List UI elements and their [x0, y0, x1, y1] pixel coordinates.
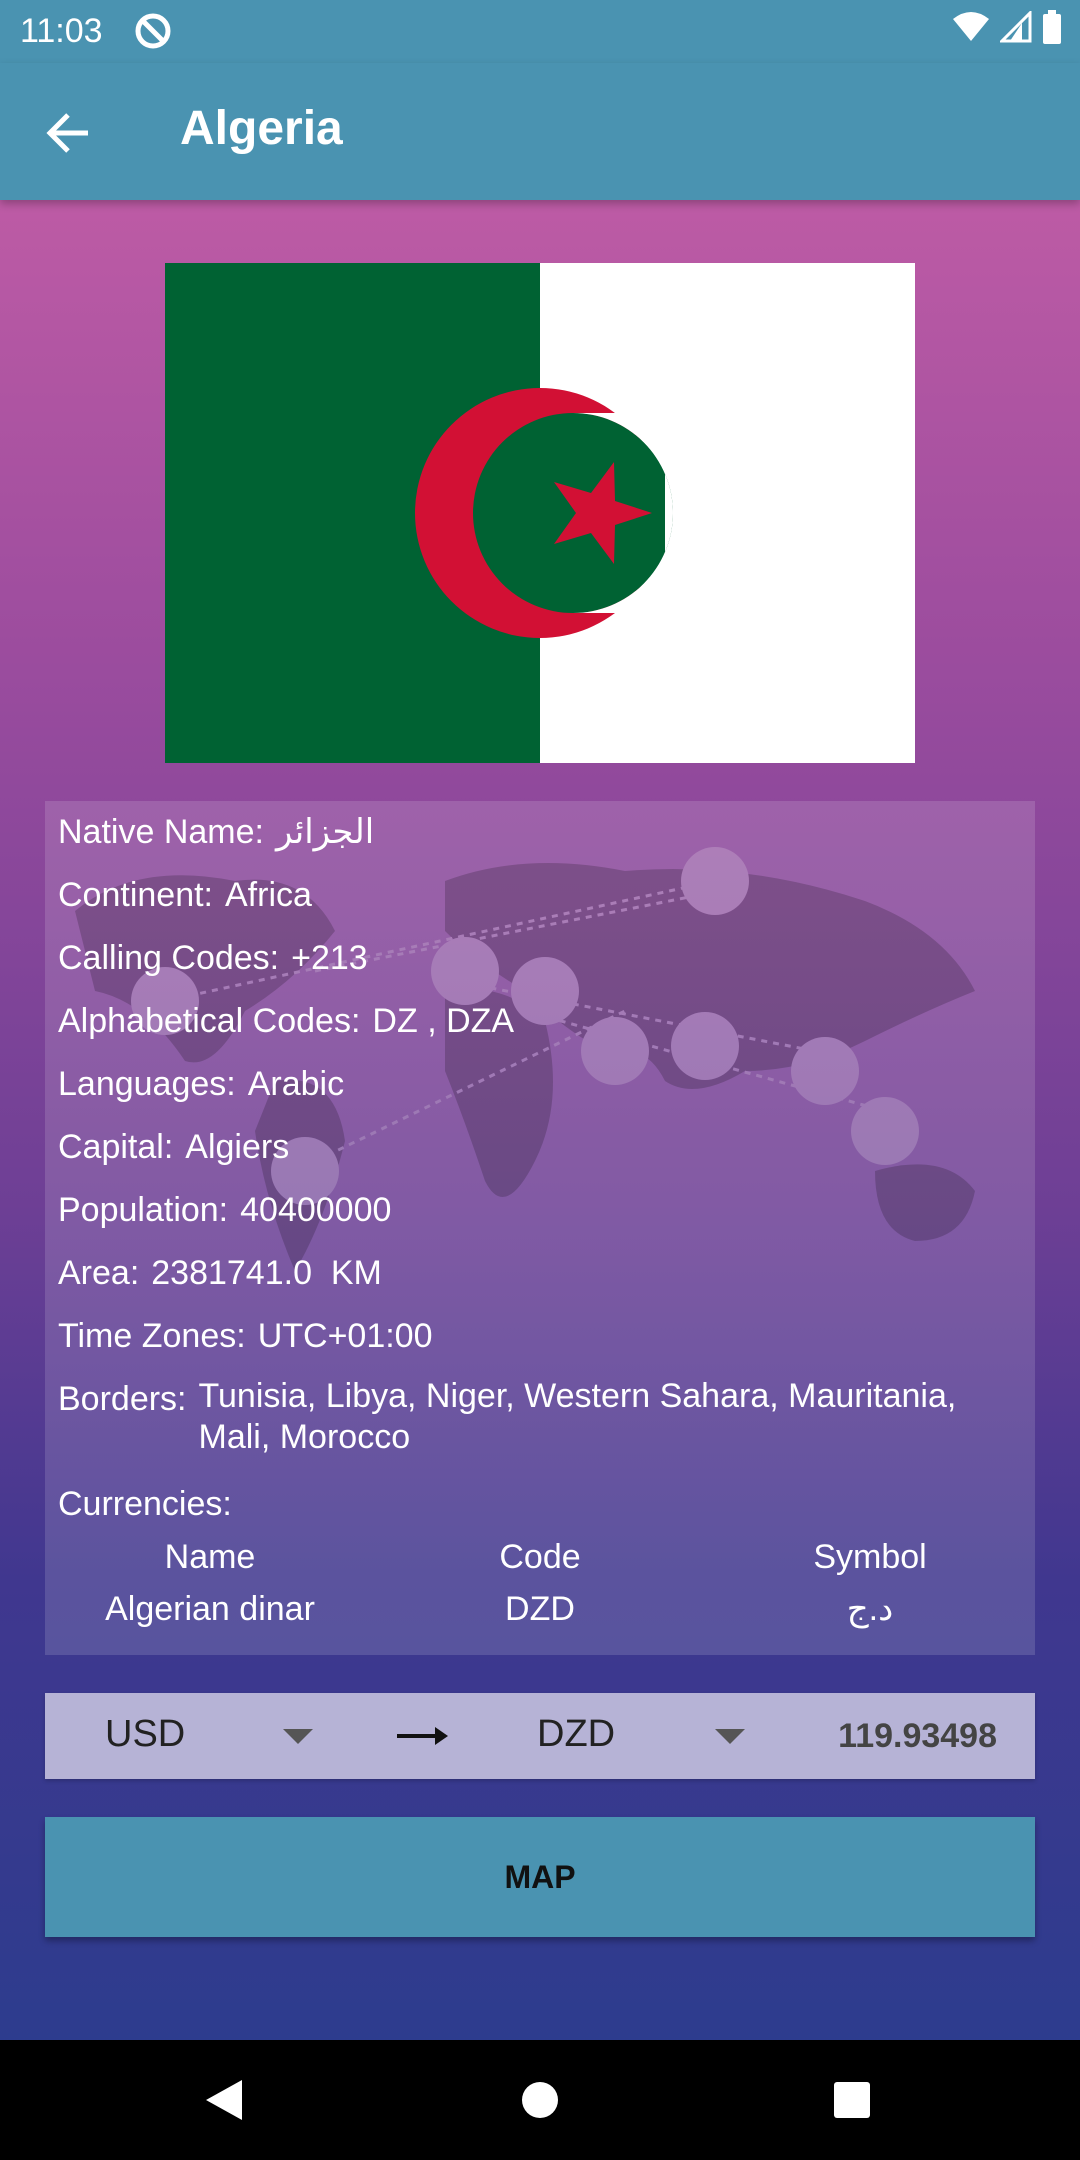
map-button[interactable]: MAP [45, 1817, 1035, 1937]
battery-icon [1043, 10, 1061, 44]
do-not-disturb-icon [135, 13, 171, 49]
time-zones-label: Time Zones: [58, 1317, 246, 1355]
population-value: 40400000 [240, 1191, 392, 1229]
exchange-rate-value: 119.93498 [838, 1717, 997, 1755]
native-name-value: الجزائر [275, 813, 375, 851]
nav-recents-icon[interactable] [834, 2082, 870, 2118]
signal-icon [1000, 11, 1032, 43]
status-bar: 11:03 [0, 0, 1080, 63]
capital-label: Capital: [58, 1128, 174, 1166]
nav-home-icon[interactable] [522, 2082, 558, 2118]
borders-value: Tunisia, Libya, Niger, Western Sahara, M… [198, 1377, 957, 1456]
area-value: 2381741.0 KM [151, 1254, 382, 1292]
info-row-time-zones: Time Zones: UTC+01:00 [58, 1313, 1022, 1376]
currency-code-cell: DZD [505, 1590, 575, 1628]
currency-header-code: Code [499, 1538, 581, 1576]
native-name-label: Native Name: [58, 813, 264, 851]
info-row-languages: Languages: Arabic [58, 1061, 1022, 1124]
time-zones-value: UTC+01:00 [257, 1317, 433, 1355]
info-row-alpha-codes: Alphabetical Codes: DZ , DZA [58, 998, 1022, 1061]
currency-converter: USD DZD 119.93498 [45, 1693, 1035, 1779]
calling-codes-value: +213 [291, 939, 368, 977]
alpha-codes-value: DZ , DZA [372, 1002, 515, 1040]
nav-back-icon[interactable] [204, 2078, 244, 2122]
capital-value: Algiers [185, 1128, 290, 1166]
wifi-icon [953, 12, 989, 41]
languages-label: Languages: [58, 1065, 236, 1103]
borders-label: Borders: [58, 1380, 187, 1418]
continent-value: Africa [225, 876, 312, 914]
from-currency-select[interactable]: USD [105, 1713, 185, 1756]
status-time: 11:03 [20, 12, 103, 50]
population-label: Population: [58, 1191, 229, 1229]
currency-header-symbol: Symbol [813, 1538, 927, 1576]
info-row-borders: Borders: Tunisia, Libya, Niger, Western … [58, 1376, 1022, 1481]
info-row-calling-codes: Calling Codes: +213 [58, 935, 1022, 998]
info-row-population: Population: 40400000 [58, 1187, 1022, 1250]
app-bar: Algeria [0, 63, 1080, 200]
status-icons [952, 10, 1062, 44]
currency-header-name: Name [164, 1538, 256, 1576]
info-row-area: Area: 2381741.0 KM [58, 1250, 1022, 1313]
navigation-bar [0, 2040, 1080, 2160]
currency-name-cell: Algerian dinar [105, 1590, 315, 1628]
country-info-card: Native Name: الجزائر Continent: Africa C… [45, 801, 1035, 1655]
continent-label: Continent: [58, 876, 213, 914]
info-row-continent: Continent: Africa [58, 872, 1022, 935]
triangle-down-icon[interactable] [715, 1729, 745, 1745]
currency-table: Name Code Symbol Algerian dinar DZD د.ج [45, 1531, 1035, 1635]
alpha-codes-label: Alphabetical Codes: [58, 1002, 361, 1040]
calling-codes-label: Calling Codes: [58, 939, 280, 977]
currency-table-header: Name Code Symbol [45, 1531, 1035, 1583]
info-rows: Native Name: الجزائر Continent: Africa C… [58, 809, 1022, 1544]
area-label: Area: [58, 1254, 140, 1292]
currency-symbol-cell: د.ج [846, 1590, 894, 1628]
arrow-right-icon [397, 1727, 448, 1745]
triangle-down-icon[interactable] [283, 1729, 313, 1745]
country-flag-image [165, 263, 915, 763]
table-row: Algerian dinar DZD د.ج [45, 1583, 1035, 1635]
page-title: Algeria [180, 102, 343, 155]
to-currency-select[interactable]: DZD [537, 1713, 615, 1756]
info-row-capital: Capital: Algiers [58, 1124, 1022, 1187]
back-arrow-icon[interactable] [40, 103, 100, 163]
info-row-native-name: Native Name: الجزائر [58, 809, 1022, 872]
content-area: Native Name: الجزائر Continent: Africa C… [0, 200, 1080, 2040]
languages-value: Arabic [247, 1065, 345, 1103]
